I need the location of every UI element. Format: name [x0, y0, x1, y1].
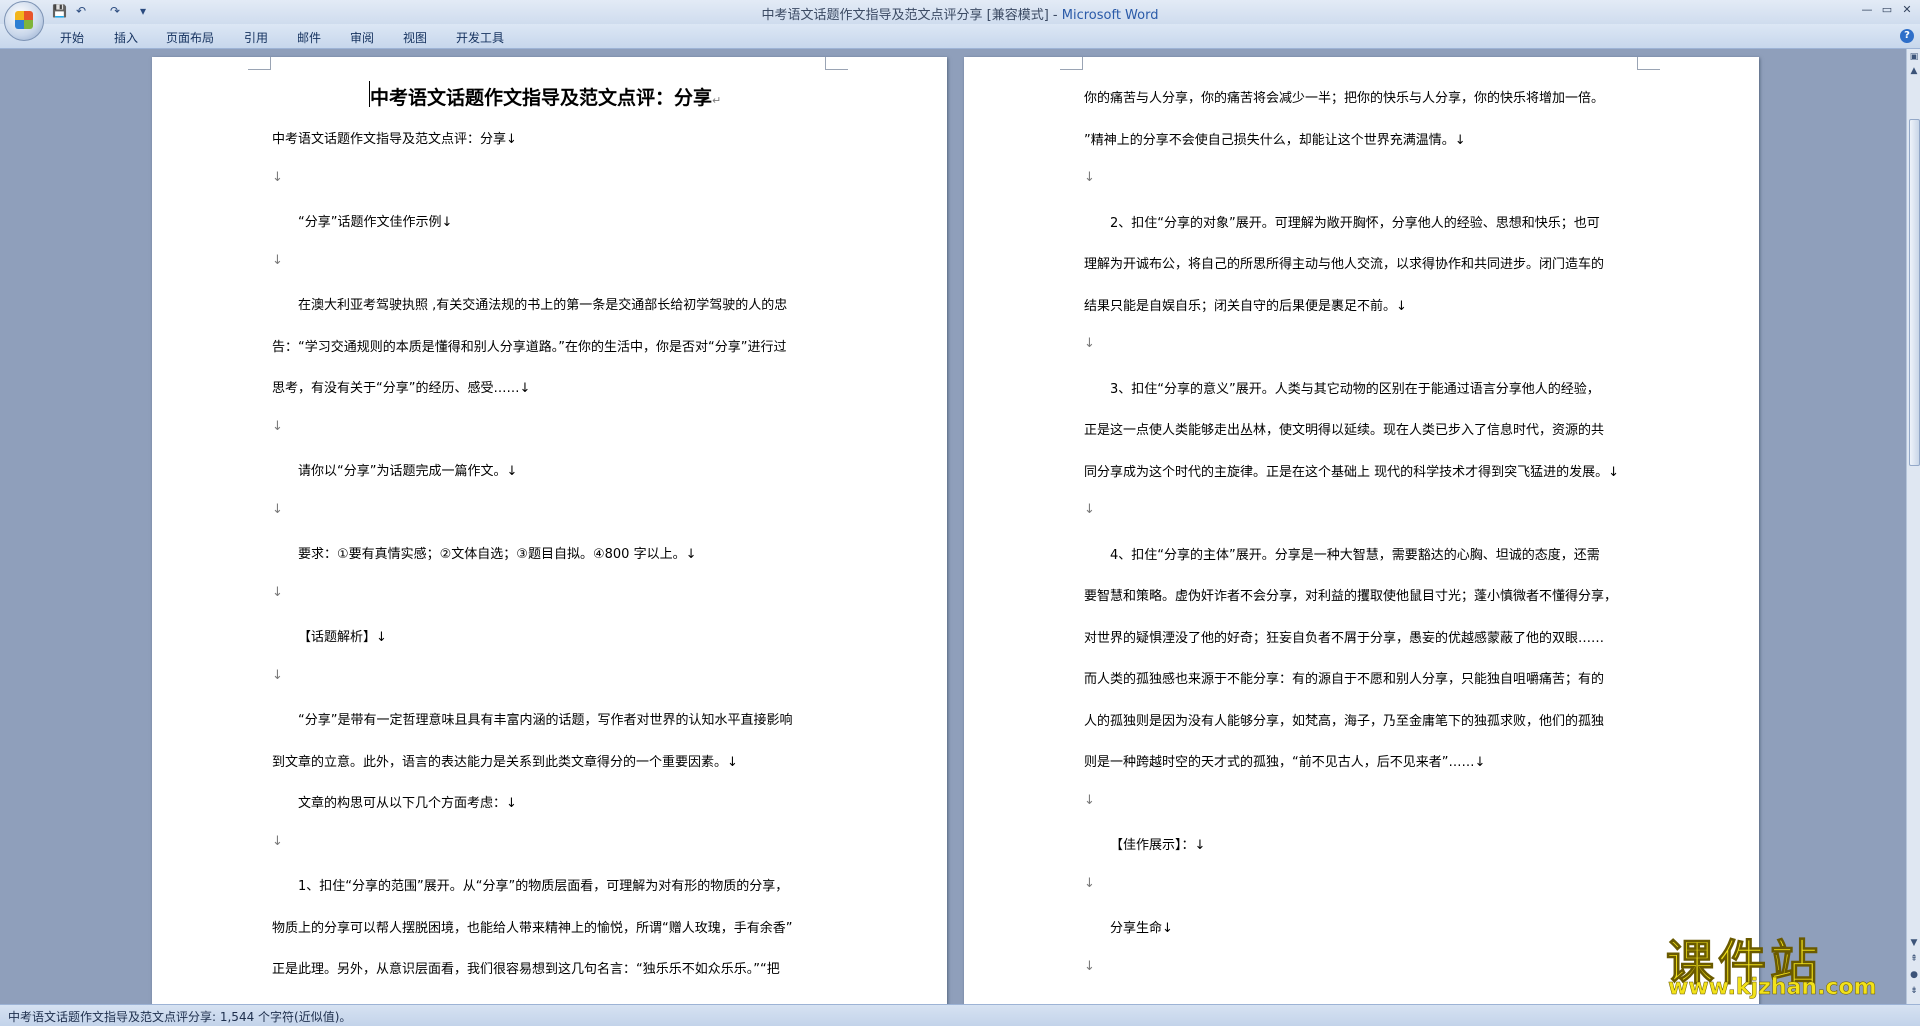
select-browse-object-icon[interactable]: ● — [1909, 969, 1919, 981]
paragraph-mark[interactable]: ↓ — [272, 585, 283, 600]
text-line[interactable]: 而人类的孤独感也来源于不能分享：有的源自于不愿和别人分享，只能独自咀嚼痛苦；有的 — [1084, 668, 1604, 687]
tab-page-layout[interactable]: 页面布局 — [166, 29, 214, 46]
scroll-thumb[interactable] — [1909, 119, 1920, 466]
crop-mark — [825, 57, 848, 70]
text-line[interactable]: 你的痛苦与人分享，你的痛苦将会减少一半；把你的快乐与人分享，你的快乐将增加一倍。 — [1084, 87, 1604, 106]
paragraph-mark[interactable]: ↓ — [1084, 959, 1095, 974]
paragraph-mark[interactable]: ↓ — [272, 668, 283, 683]
text-line[interactable]: 3、扣住“分享的意义”展开。人类与其它动物的区别在于能通过语言分享他人的经验， — [1110, 378, 1600, 397]
status-bar: 中考语文话题作文指导及范文点评分享: 1,544 个字符(近似值)。 — [0, 1004, 1920, 1026]
maximize-button[interactable]: ▭ — [1878, 2, 1896, 18]
text-line[interactable]: 思考，有没有关于“分享”的经历、感受……↓ — [272, 377, 530, 396]
tab-insert[interactable]: 插入 — [114, 29, 138, 46]
office-button[interactable] — [4, 1, 44, 41]
paragraph-mark[interactable]: ↓ — [1084, 876, 1095, 891]
text-line[interactable]: 物质上的分享可以帮人摆脱困境，也能给人带来精神上的愉悦，所谓“赠人玫瑰，手有余香… — [272, 917, 792, 936]
document-area[interactable]: 中考语文话题作文指导及范文点评：分享↵ 中考语文话题作文指导及范文点评：分享↓ ↓… — [0, 49, 1906, 1004]
tab-references[interactable]: 引用 — [244, 29, 268, 46]
text-line[interactable]: 【佳作展示】：↓ — [1110, 834, 1205, 853]
window-title: 中考语文话题作文指导及范文点评分享 [兼容模式] - Microsoft Wor… — [0, 4, 1920, 23]
text-line[interactable]: 结果只能是自娱自乐；闭关自守的后果便是裹足不前。↓ — [1084, 295, 1407, 314]
tab-review[interactable]: 审阅 — [350, 29, 374, 46]
tab-mailings[interactable]: 邮件 — [297, 29, 321, 46]
text-line[interactable]: ”精神上的分享不会使自己损失什么，却能让这个世界充满温情。↓ — [1084, 129, 1466, 148]
tab-view[interactable]: 视图 — [403, 29, 427, 46]
text-line[interactable]: “分享”话题作文佳作示例↓ — [298, 211, 452, 230]
close-button[interactable]: ✕ — [1898, 2, 1916, 18]
text-line[interactable]: 2、扣住“分享的对象”展开。可理解为敞开胸怀，分享他人的经验、思想和快乐；也可 — [1110, 212, 1600, 231]
scroll-up-icon[interactable]: ▲ — [1909, 65, 1919, 77]
text-line[interactable]: 到文章的立意。此外，语言的表达能力是关系到此类文章得分的一个重要因素。↓ — [272, 751, 738, 770]
watermark-url: www.kjzhan.com — [1668, 975, 1877, 1001]
text-line[interactable]: 1、扣住“分享的范围”展开。从“分享”的物质层面看，可理解为对有形的物质的分享， — [298, 875, 788, 894]
paragraph-mark[interactable]: ↓ — [272, 419, 283, 434]
text-line[interactable]: 分享生命↓ — [1110, 917, 1173, 936]
text-line[interactable]: 要求：①要有真情实感；②文体自选；③题目自拟。④800 字以上。↓ — [298, 543, 696, 562]
page-2[interactable]: 你的痛苦与人分享，你的痛苦将会减少一半；把你的快乐与人分享，你的快乐将增加一倍。… — [964, 57, 1759, 1004]
document-heading[interactable]: 中考语文话题作文指导及范文点评：分享↵ — [370, 83, 721, 110]
next-page-icon[interactable]: ⇟ — [1909, 985, 1919, 997]
text-line[interactable]: 告：“学习交通规则的本质是懂得和别人分享道路。”在你的生活中，你是否对“分享”进… — [272, 336, 786, 355]
status-text: 中考语文话题作文指导及范文点评分享: 1,544 个字符(近似值)。 — [8, 1010, 352, 1024]
text-line[interactable]: 理解为开诚布公，将自己的所思所得主动与他人交流，以求得协作和共同进步。闭门造车的 — [1084, 253, 1604, 272]
text-line[interactable]: 【话题解析】↓ — [298, 626, 387, 645]
paragraph-mark[interactable]: ↓ — [1084, 336, 1095, 351]
text-line[interactable]: 在澳大利亚考驾驶执照 ,有关交通法规的书上的第一条是交通部长给初学驾驶的人的忠 — [298, 294, 787, 313]
app-name: Microsoft Word — [1061, 8, 1159, 23]
document-name: 中考语文话题作文指导及范文点评分享 [兼容模式] - — [761, 8, 1062, 23]
text-line[interactable]: 文章的构思可从以下几个方面考虑：↓ — [298, 792, 517, 811]
text-line[interactable]: 中考语文话题作文指导及范文点评：分享↓ — [272, 128, 517, 147]
scroll-down-icon[interactable]: ▼ — [1909, 937, 1919, 949]
vertical-scrollbar[interactable]: ▣ ▲ ▼ ⇞ ● ⇟ — [1906, 49, 1920, 1004]
paragraph-mark[interactable]: ↓ — [272, 834, 283, 849]
previous-page-icon[interactable]: ⇞ — [1909, 953, 1919, 965]
tab-home[interactable]: 开始 — [60, 29, 84, 46]
text-line[interactable]: 正是这一点使人类能够走出丛林，使文明得以延续。现在人类已步入了信息时代，资源的共 — [1084, 419, 1604, 438]
paragraph-mark[interactable]: ↓ — [272, 170, 283, 185]
minimize-button[interactable]: — — [1858, 2, 1876, 18]
paragraph-mark[interactable]: ↓ — [272, 253, 283, 268]
text-line[interactable]: 则是一种跨越时空的天才式的孤独，“前不见古人，后不见来者”……↓ — [1084, 751, 1485, 770]
paragraph-mark[interactable]: ↓ — [272, 502, 283, 517]
text-line[interactable]: 4、扣住“分享的主体”展开。分享是一种大智慧，需要豁达的心胸、坦诚的态度，还需 — [1110, 544, 1600, 563]
text-line[interactable]: 同分享成为这个时代的主旋律。正是在这个基础上 现代的科学技术才得到突飞猛进的发展… — [1084, 461, 1619, 480]
paragraph-mark[interactable]: ↓ — [1084, 502, 1095, 517]
paragraph-mark[interactable]: ↓ — [1084, 793, 1095, 808]
text-line[interactable]: 请你以“分享”为话题完成一篇作文。↓ — [298, 460, 517, 479]
paragraph-mark[interactable]: ↓ — [1084, 170, 1095, 185]
text-line[interactable]: 人的孤独则是因为没有人能够分享，如梵高，海子，乃至金庸笔下的独孤求败，他们的孤独 — [1084, 710, 1604, 729]
text-line[interactable]: 正是此理。另外，从意识层面看，我们很容易想到这几句名言：“独乐乐不如众乐乐。”“… — [272, 958, 780, 977]
crop-mark — [248, 57, 271, 70]
page-1[interactable]: 中考语文话题作文指导及范文点评：分享↵ 中考语文话题作文指导及范文点评：分享↓ ↓… — [152, 57, 947, 1004]
ribbon-tab-bar: 开始 插入 页面布局 引用 邮件 审阅 视图 开发工具 ? — [0, 24, 1920, 49]
text-line[interactable]: “分享”是带有一定哲理意味且具有丰富内涵的话题，写作者对世界的认知水平直接影响 — [298, 709, 792, 728]
office-logo-icon — [15, 11, 33, 29]
text-line[interactable]: 要智慧和策略。虚伪奸诈者不会分享，对利益的攫取使他鼠目寸光；蓬小慎微者不懂得分享… — [1084, 585, 1617, 604]
crop-mark — [1637, 57, 1660, 70]
text-line[interactable]: 对世界的疑惧湮没了他的好奇；狂妄自负者不屑于分享，愚妄的优越感蒙蔽了他的双眼…… — [1084, 627, 1604, 646]
watermark-logo: 课件站 www.kjzhan.com — [1662, 923, 1902, 1001]
ruler-toggle-icon[interactable]: ▣ — [1909, 51, 1919, 63]
tab-developer[interactable]: 开发工具 — [456, 29, 504, 46]
crop-mark — [1060, 57, 1083, 70]
help-icon[interactable]: ? — [1900, 29, 1914, 43]
title-bar: 💾 ↶ ↷ ▾ 中考语文话题作文指导及范文点评分享 [兼容模式] - Micro… — [0, 0, 1920, 41]
